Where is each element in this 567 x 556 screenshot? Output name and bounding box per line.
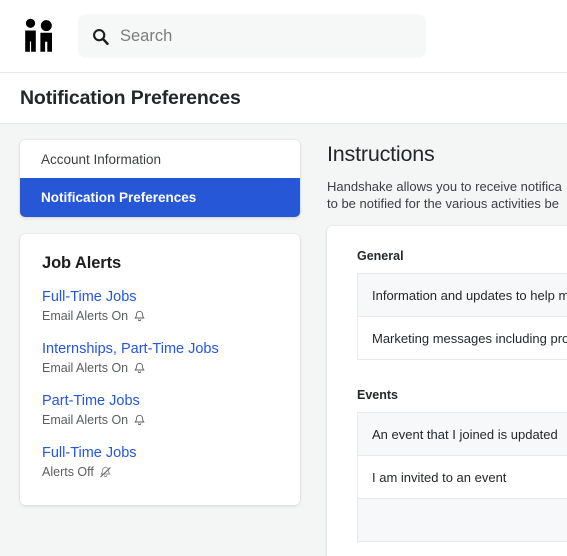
handshake-logo-icon[interactable] (21, 17, 59, 55)
job-alert-item: Full-Time Jobs Alerts Off (42, 445, 278, 479)
job-alert-status-label: Email Alerts On (42, 309, 129, 323)
instructions-heading: Instructions (327, 142, 435, 166)
job-alert-status: Email Alerts On (42, 361, 278, 375)
search-input[interactable] (120, 26, 412, 46)
job-alert-status-label: Email Alerts On (42, 413, 129, 427)
table-row[interactable]: Marketing messages including pro (358, 317, 567, 360)
job-alerts-title: Job Alerts (42, 254, 122, 272)
search-icon (93, 28, 109, 45)
preference-group-events: Events An event that I joined is updated… (327, 388, 567, 542)
preference-table: Information and updates to help m Market… (357, 273, 567, 360)
table-row[interactable]: I am invited to an event (358, 456, 567, 499)
bell-slash-icon (100, 466, 111, 477)
job-alert-status: Email Alerts On (42, 309, 278, 323)
sidebar-item-label: Account Information (41, 151, 162, 167)
preference-row-label: Marketing messages including pro (372, 330, 567, 346)
job-alert-link[interactable]: Full-Time Jobs (42, 445, 278, 461)
page-title: Notification Preferences (20, 86, 241, 109)
table-row[interactable] (358, 499, 567, 542)
notification-preferences-card: General Information and updates to help … (327, 226, 567, 556)
preference-table: An event that I joined is updated I am i… (357, 412, 567, 542)
job-alert-item: Internships, Part-Time Jobs Email Alerts… (42, 341, 278, 375)
job-alert-status-label: Alerts Off (42, 465, 94, 479)
job-alert-status: Alerts Off (42, 465, 278, 479)
table-row[interactable]: Information and updates to help m (358, 274, 567, 317)
search-bar[interactable] (78, 14, 426, 58)
bell-icon (134, 362, 145, 373)
job-alert-link[interactable]: Full-Time Jobs (42, 289, 278, 305)
page-title-bar: Notification Preferences (0, 73, 567, 124)
preference-group-title: General (357, 249, 404, 263)
sidebar-item-label: Notification Preferences (41, 190, 197, 205)
bell-icon (134, 310, 145, 321)
left-column: Account Information Notification Prefere… (20, 140, 300, 505)
job-alert-status-label: Email Alerts On (42, 361, 129, 375)
sidebar-item-notification-preferences[interactable]: Notification Preferences (20, 178, 300, 217)
top-navigation-bar (0, 0, 567, 73)
job-alert-status: Email Alerts On (42, 413, 278, 427)
right-column: Instructions Handshake allows you to rec… (327, 140, 567, 556)
job-alerts-card: Job Alerts Full-Time Jobs Email Alerts O… (20, 234, 300, 505)
instructions-body: Handshake allows you to receive notifica… (327, 178, 567, 212)
preference-row-label: Information and updates to help m (372, 287, 567, 303)
preference-row-label: I am invited to an event (372, 469, 507, 485)
job-alert-item: Full-Time Jobs Email Alerts On (42, 289, 278, 323)
preference-group-title: Events (357, 388, 398, 402)
job-alert-item: Part-Time Jobs Email Alerts On (42, 393, 278, 427)
settings-nav-card: Account Information Notification Prefere… (20, 140, 300, 217)
table-row[interactable]: An event that I joined is updated (358, 413, 567, 456)
bell-icon (134, 414, 145, 425)
instructions-line-1: Handshake allows you to receive notifica (327, 179, 562, 194)
preference-group-general: General Information and updates to help … (327, 249, 567, 360)
sidebar-item-account-information[interactable]: Account Information (20, 140, 300, 178)
instructions-line-2: to be notified for the various activitie… (327, 196, 559, 211)
job-alert-link[interactable]: Internships, Part-Time Jobs (42, 341, 278, 357)
preference-row-label: An event that I joined is updated (372, 426, 558, 442)
page-content: Account Information Notification Prefere… (0, 124, 567, 556)
job-alert-link[interactable]: Part-Time Jobs (42, 393, 278, 409)
